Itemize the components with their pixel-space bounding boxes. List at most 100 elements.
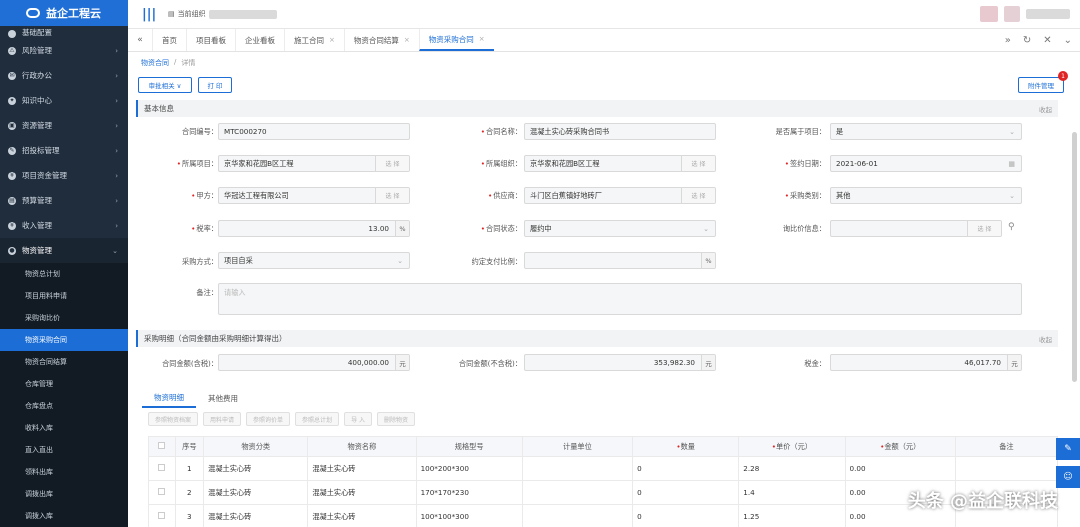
sidebar-item-9[interactable]: ● 物资管理 ⌄ [0,238,128,263]
collapse-button[interactable]: 收起 [1039,334,1052,344]
sidebar-item-4[interactable]: ▣ 资源管理 › [0,113,128,138]
compare-field[interactable]: 选 择 [830,220,1002,237]
scrollbar[interactable] [1072,132,1077,382]
sidebar-item-label: 招投标管理 [22,146,60,155]
sidebar-subitem-8[interactable]: 收料入库 [0,417,128,439]
toolbar-button-6[interactable]: 删除物资 [376,412,415,426]
print-button[interactable]: 打 印 [198,77,232,93]
party-a-select-button[interactable]: 选 择 [375,188,409,203]
method-select[interactable]: 项目自采 ⌄ [218,252,410,269]
sidebar-subitem-5[interactable]: 物资合同结算 [0,351,128,373]
sidebar-subitem-11[interactable]: 调拨出库 [0,483,128,505]
column-header: •金额（元） [844,436,956,457]
toolbar-button-2[interactable]: 用料申请 [203,412,242,426]
row-checkbox[interactable] [148,480,176,505]
sidebar-item-6[interactable]: ¥ 项目资金管理 › [0,163,128,188]
tab-2[interactable]: 项目看板 [186,29,235,51]
sidebar-item-7[interactable]: ▤ 预算管理 › [0,188,128,213]
sidebar-subitem-3[interactable]: 采购询比价 [0,307,128,329]
user-support-icon[interactable]: ☺ [1056,466,1080,488]
tab-label: 施工合同 [294,35,324,45]
row-checkbox[interactable] [148,456,176,481]
collapse-button[interactable]: 收起 [1039,104,1052,114]
table-row[interactable]: 1 混凝土实心砖 混凝土实心砖 100*200*300 0 2.28 0.00 [148,456,1059,481]
sidebar-subitem-10[interactable]: 领料出库 [0,461,128,483]
compare-select-button[interactable]: 选 择 [967,221,1001,236]
toolbar-button-1[interactable]: 参照物资档案 [148,412,199,426]
menu-toggle-icon[interactable]: ||| [142,7,156,22]
sidebar-subitem-6[interactable]: 仓库管理 [0,373,128,395]
sidebar-subitem-7[interactable]: 仓库盘点 [0,395,128,417]
material-tab-2[interactable]: 其他费用 [196,388,250,408]
column-header-label: 规格型号 [454,441,484,451]
sidebar-item-8[interactable]: ¥ 收入管理 › [0,213,128,238]
sidebar-item-3[interactable]: ✦ 知识中心 › [0,88,128,113]
pay-ratio-field[interactable]: % [524,252,716,269]
close-icon[interactable]: × [329,36,335,44]
material-tab-1[interactable]: 物资明细 [142,388,196,408]
chevron-down-icon[interactable]: ⌄ [1064,35,1072,46]
edit-icon[interactable]: ✎ [1056,438,1080,460]
project-field[interactable]: 京华家和花园B区工程选 择 [218,155,410,172]
sidebar-subitem-4[interactable]: 物资采购合同 [0,329,128,351]
toolbar-button-3[interactable]: 参照询价单 [246,412,291,426]
sidebar-item-1[interactable]: ⚠ 风险管理 › [0,38,128,63]
belongs-project-select[interactable]: 是 ⌄ [830,123,1022,140]
sidebar-item-label: 物资管理 [22,246,52,255]
close-tab-icon[interactable]: ✕ [1043,35,1051,46]
contract-name-field[interactable]: 混凝土实心砖采购合同书 [524,123,716,140]
material-tabs: 物资明细 其他费用 [142,388,250,408]
sidebar-subitem-12[interactable]: 调拨入库 [0,505,128,527]
attachments-button[interactable]: 附件管理 [1018,77,1064,93]
sidebar-subitem-1[interactable]: 物资总计划 [0,263,128,285]
sidebar-item-5[interactable]: ✎ 招投标管理 › [0,138,128,163]
current-org[interactable]: ▤ 当前组织 [168,9,277,19]
tab-3[interactable]: 企业看板 [235,29,284,51]
close-icon[interactable]: × [479,35,485,43]
project-select-button[interactable]: 选 择 [375,156,409,171]
supplier-field[interactable]: 斗门区白蕉镇好地砖厂选 择 [524,187,716,204]
column-header-label: 序号 [182,441,197,451]
avatar[interactable] [980,6,998,22]
avatar-2[interactable] [1004,6,1020,22]
tab-1[interactable]: 首页 [152,29,186,51]
tabs-scroll-left-icon[interactable]: « [128,29,152,51]
contract-no-field[interactable]: MTC000270 [218,123,410,140]
tab-6[interactable]: 物资采购合同 × [418,29,494,51]
top-header: ||| ▤ 当前组织 [128,0,1080,29]
select-all-checkbox[interactable] [148,436,176,457]
sidebar-item-2[interactable]: ✉ 行政办公 › [0,63,128,88]
purchase-type-select[interactable]: 其他 ⌄ [830,187,1022,204]
org-select-button[interactable]: 选 择 [681,156,715,171]
toolbar-button-4[interactable]: 参照总计划 [295,412,340,426]
org-field[interactable]: 京华家和花园B区工程选 择 [524,155,716,172]
party-a-field[interactable]: 华冠达工程有限公司选 择 [218,187,410,204]
tab-4[interactable]: 施工合同 × [284,29,344,51]
sidebar-subitem-9[interactable]: 直入直出 [0,439,128,461]
link-icon[interactable]: ⚲ [1008,222,1015,232]
remark-textarea[interactable]: 请输入 [218,283,1022,315]
supplier-select-button[interactable]: 选 择 [681,188,715,203]
status-select[interactable]: 履约中 ⌄ [524,220,716,237]
tabs-scroll-right-icon[interactable]: » [1005,35,1011,46]
cell-name: 混凝土实心砖 [307,456,417,481]
sidebar-item-base-config[interactable]: 基础配置 [0,26,128,38]
contract-name-label: •合同名称： [480,127,522,136]
calendar-icon[interactable]: ▦ [1008,160,1015,168]
tab-5[interactable]: 物资合同结算 × [343,29,419,51]
breadcrumb-parent[interactable]: 物资合同 [141,58,169,68]
app-logo[interactable]: 益企工程云 [0,0,128,26]
refresh-icon[interactable]: ↻ [1023,35,1031,46]
close-icon[interactable]: × [404,36,410,44]
column-header: •单价（元） [738,436,846,457]
toolbar-button-5[interactable]: 导 入 [344,412,372,426]
header-user-area[interactable] [980,6,1070,22]
page-tabs: « 首页 项目看板 企业看板 施工合同 × 物资合同结算 × 物资采购合同 × » ↻ ✕ ⌄ [128,29,1080,52]
sign-date-field[interactable]: 2021-06-01 ▦ [830,155,1022,172]
amount-notax-label: 合同金额(不含税)： [458,359,522,368]
sidebar-subitem-2[interactable]: 项目用料申请 [0,285,128,307]
tax-rate-field[interactable]: 13.00% [218,220,410,237]
cell-qty: 0 [632,480,740,505]
row-checkbox[interactable] [148,504,176,527]
approval-button[interactable]: 审批相关 ∨ [138,77,192,93]
